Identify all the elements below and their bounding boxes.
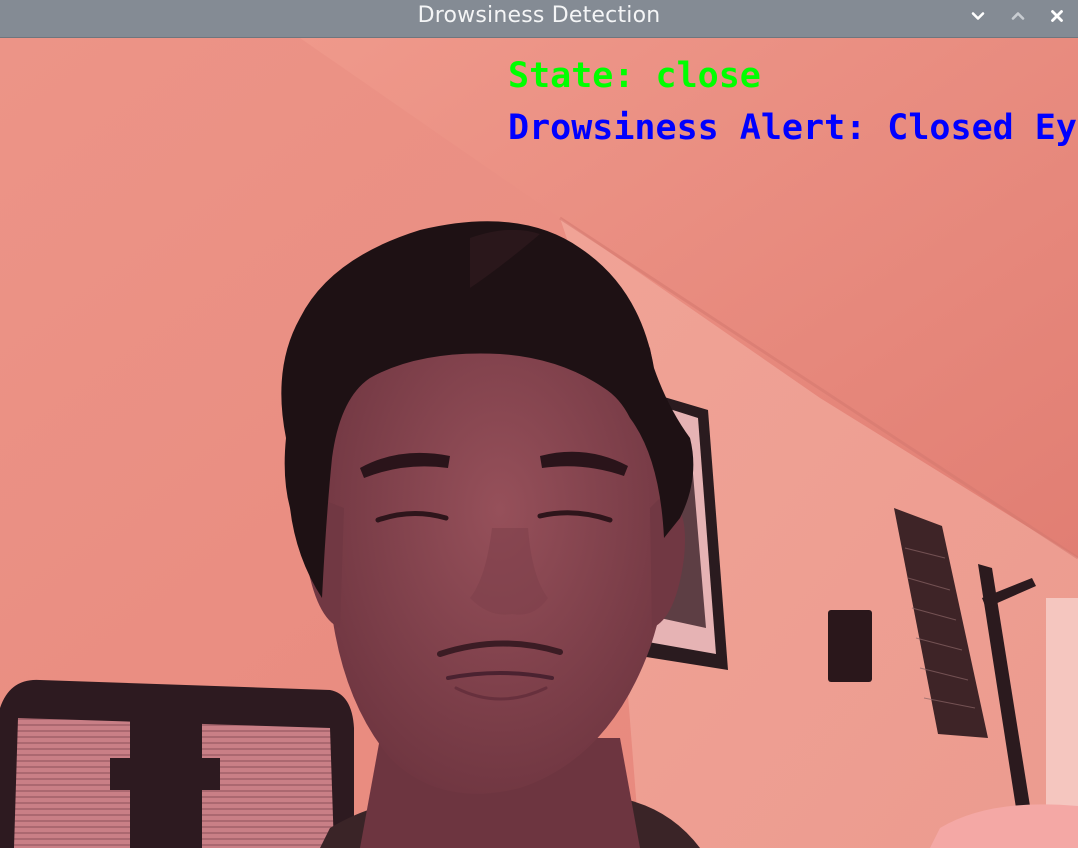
app-window: Drowsiness Detection State: close Drowsi… xyxy=(0,0,1078,848)
minimize-button[interactable] xyxy=(964,3,992,29)
title-bar[interactable]: Drowsiness Detection xyxy=(0,0,1078,38)
window-title: Drowsiness Detection xyxy=(417,3,661,28)
state-label: State: close xyxy=(508,56,761,96)
close-icon xyxy=(1051,10,1063,22)
close-button[interactable] xyxy=(1043,3,1071,29)
chevron-up-icon xyxy=(1011,12,1025,20)
drowsiness-alert-label: Drowsiness Alert: Closed Eyes xyxy=(508,108,1078,148)
camera-frame-image xyxy=(0,38,1078,848)
chevron-down-icon xyxy=(971,12,985,20)
maximize-button[interactable] xyxy=(1004,3,1032,29)
camera-feed: State: close Drowsiness Alert: Closed Ey… xyxy=(0,38,1078,848)
